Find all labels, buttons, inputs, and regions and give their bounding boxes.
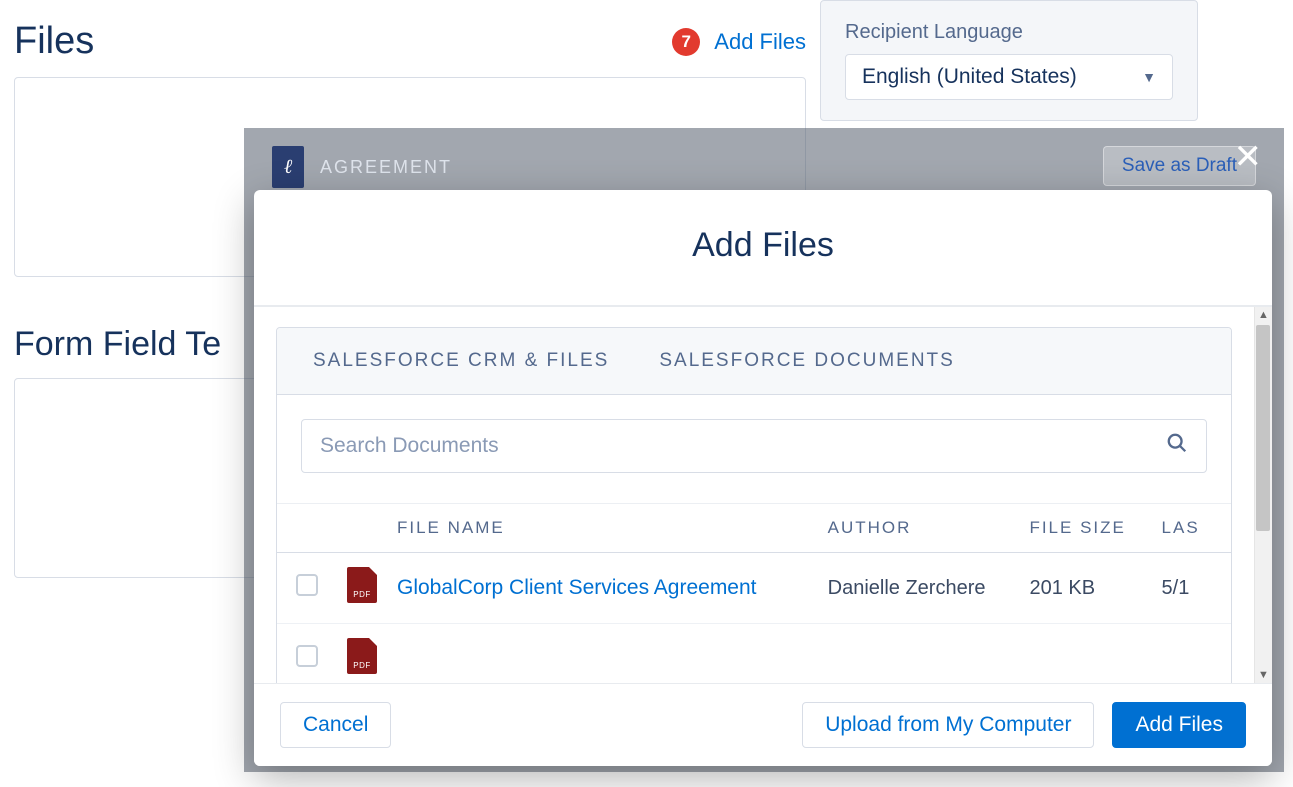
chevron-down-icon: ▼ bbox=[1142, 69, 1156, 85]
row-checkbox[interactable] bbox=[296, 574, 318, 596]
tab-salesforce-crm-files[interactable]: SALESFORCE CRM & FILES bbox=[313, 350, 609, 372]
modal-title: Add Files bbox=[254, 190, 1272, 307]
file-size: 201 KB bbox=[1019, 553, 1151, 624]
col-author[interactable]: AUTHOR bbox=[818, 504, 1020, 553]
add-files-modal: Add Files SALESFORCE CRM & FILES SALESFO… bbox=[254, 190, 1272, 766]
agreement-label: AGREEMENT bbox=[320, 157, 452, 178]
table-row[interactable]: GlobalCorp Client Services Agreement Dan… bbox=[277, 553, 1231, 624]
row-checkbox[interactable] bbox=[296, 645, 318, 667]
scroll-down-icon[interactable]: ▼ bbox=[1258, 667, 1269, 683]
col-file-name[interactable]: FILE NAME bbox=[387, 504, 818, 553]
recipient-language-select[interactable]: English (United States) ▼ bbox=[845, 54, 1173, 100]
files-section-title: Files bbox=[14, 20, 94, 63]
file-name-link[interactable]: GlobalCorp Client Services Agreement bbox=[397, 576, 757, 599]
add-files-link[interactable]: Add Files bbox=[714, 29, 806, 55]
search-icon[interactable] bbox=[1166, 432, 1188, 460]
file-last-modified: 5/1 bbox=[1152, 553, 1231, 624]
pdf-file-icon bbox=[347, 567, 377, 603]
scroll-up-icon[interactable]: ▲ bbox=[1258, 307, 1269, 323]
scrollbar-thumb[interactable] bbox=[1256, 325, 1270, 531]
cancel-button[interactable]: Cancel bbox=[280, 702, 391, 748]
step-badge: 7 bbox=[672, 28, 700, 56]
recipient-language-value: English (United States) bbox=[862, 65, 1077, 89]
col-last[interactable]: LAS bbox=[1152, 504, 1231, 553]
pdf-file-icon bbox=[347, 638, 377, 674]
search-input[interactable] bbox=[320, 434, 1166, 458]
scrollbar[interactable]: ▲ ▼ bbox=[1254, 307, 1272, 683]
tab-salesforce-documents[interactable]: SALESFORCE DOCUMENTS bbox=[659, 350, 954, 372]
agreement-logo-icon: ℓ bbox=[272, 146, 304, 188]
file-author: Danielle Zerchere bbox=[818, 553, 1020, 624]
upload-from-computer-button[interactable]: Upload from My Computer bbox=[802, 702, 1094, 748]
close-icon[interactable]: ✕ bbox=[1234, 140, 1263, 174]
add-files-button[interactable]: Add Files bbox=[1112, 702, 1246, 748]
recipient-language-label: Recipient Language bbox=[845, 21, 1173, 44]
col-file-size[interactable]: FILE SIZE bbox=[1019, 504, 1151, 553]
table-row[interactable] bbox=[277, 624, 1231, 684]
